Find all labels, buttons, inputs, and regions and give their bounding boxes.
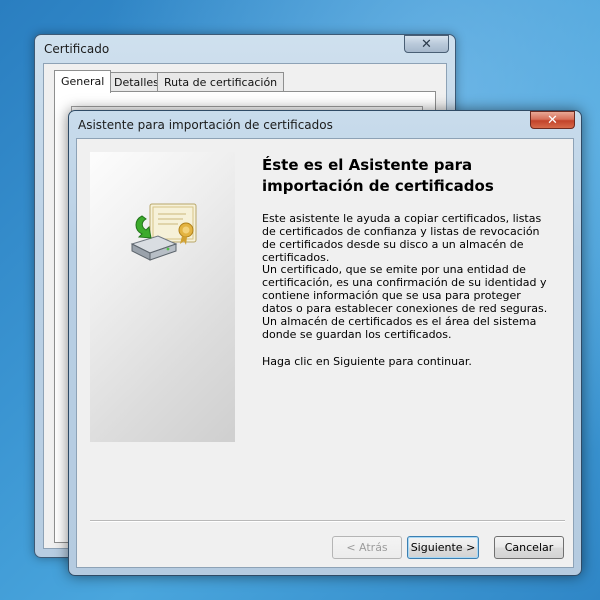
wizard-close-button[interactable]: ✕ [530, 111, 575, 129]
wizard-banner [90, 152, 235, 442]
certificate-import-icon [130, 203, 197, 261]
button-separator [90, 520, 565, 522]
certificate-window-title: Certificado [44, 42, 110, 56]
wizard-certificate-paragraph: Un certificado, que se emite por una ent… [262, 263, 548, 341]
wizard-title: Asistente para importación de certificad… [78, 118, 333, 132]
tab-general[interactable]: General [54, 70, 112, 93]
close-icon: ✕ [547, 112, 558, 128]
wizard-heading: Éste es el Asistente para importación de… [262, 156, 494, 195]
next-button[interactable]: Siguiente > [407, 536, 479, 559]
import-wizard-window: Asistente para importación de certificad… [68, 110, 582, 576]
close-icon: ✕ [421, 36, 432, 52]
tab-certification-path[interactable]: Ruta de certificación [157, 72, 285, 92]
wizard-continue-paragraph: Haga clic en Siguiente para continuar. [262, 355, 472, 368]
certificate-window-close-button[interactable]: ✕ [404, 35, 449, 53]
cancel-button[interactable]: Cancelar [494, 536, 564, 559]
wizard-intro-paragraph: Este asistente le ayuda a copiar certifi… [262, 212, 542, 264]
wizard-client: Éste es el Asistente para importación de… [76, 138, 574, 568]
back-button[interactable]: < Atrás [332, 536, 402, 559]
